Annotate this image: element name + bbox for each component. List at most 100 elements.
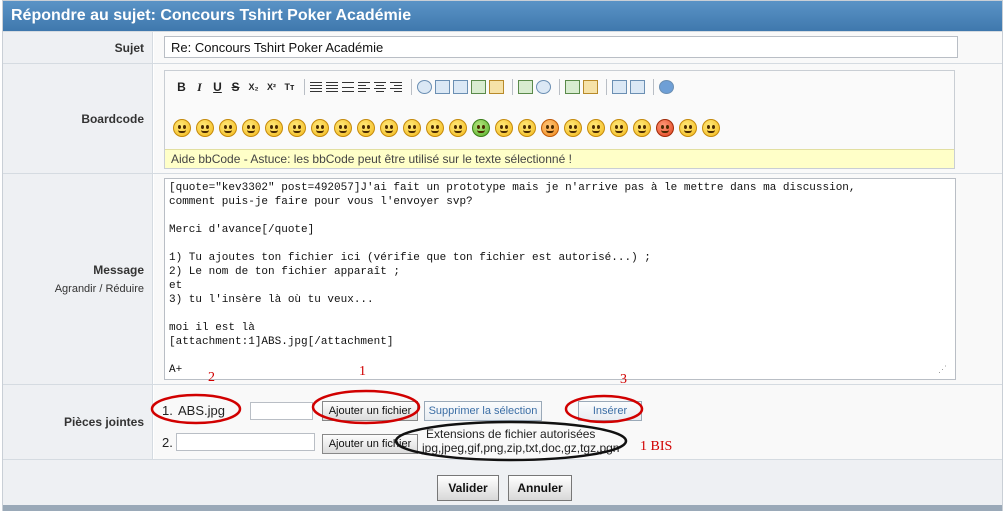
toolbar-separator xyxy=(559,79,560,95)
smiley-cry-icon[interactable] xyxy=(495,119,513,137)
page-title: Répondre au sujet: Concours Tshirt Poker… xyxy=(3,1,1002,31)
attachment-2-field[interactable] xyxy=(176,433,315,451)
annotation-label-1bis: 1 BIS xyxy=(640,439,673,454)
allowed-extensions-title: Extensions de fichier autorisées xyxy=(426,427,596,441)
picture-icon[interactable] xyxy=(583,80,598,94)
smiley-bar xyxy=(173,119,725,137)
smiley-glasses-icon[interactable] xyxy=(173,119,191,137)
add-file-button-2[interactable]: Ajouter un fichier xyxy=(322,434,418,454)
annotation-label-3: 3 xyxy=(620,372,627,387)
subject-cell xyxy=(154,32,1002,63)
attachment-1-field[interactable] xyxy=(250,402,313,420)
subject-input[interactable] xyxy=(164,36,958,58)
toolbar-separator xyxy=(304,79,305,95)
video-icon[interactable] xyxy=(565,80,580,94)
submit-button[interactable]: Valider xyxy=(437,475,499,501)
smiley-tongue-icon[interactable] xyxy=(311,119,329,137)
quote-icon[interactable] xyxy=(417,80,432,94)
toolbar-separator xyxy=(606,79,607,95)
reduce-link[interactable]: Réduire xyxy=(105,283,144,295)
toolbar-separator xyxy=(653,79,654,95)
toolbar-separator xyxy=(512,79,513,95)
message-textarea[interactable]: [quote="kev3302" post=492057]J'ai fait u… xyxy=(164,178,956,380)
align-right-icon[interactable] xyxy=(390,82,402,92)
cancel-button[interactable]: Annuler xyxy=(508,475,572,501)
bbcode-panel: B I U S X₂ X² Tт Aide bbCode - Astuce: l… xyxy=(164,70,955,169)
help-icon[interactable] xyxy=(659,80,674,94)
subject-label: Sujet xyxy=(3,32,153,63)
bullet-list-icon[interactable] xyxy=(310,82,322,92)
smiley-cool-icon[interactable] xyxy=(518,119,536,137)
attachment-1-number: 1. xyxy=(162,403,173,418)
smiley-worried-icon[interactable] xyxy=(633,119,651,137)
smiley-dizzy-icon[interactable] xyxy=(426,119,444,137)
attachments-cell: 1. ABS.jpg Ajouter un fichier Supprimer … xyxy=(154,385,1002,459)
superscript-button[interactable]: X² xyxy=(263,79,280,96)
add-file-button-1[interactable]: Ajouter un fichier xyxy=(322,401,418,421)
smiley-smile-icon[interactable] xyxy=(219,119,237,137)
typewriter-button[interactable]: Tт xyxy=(281,79,298,96)
message-row: Message Agrandir / Réduire [quote="kev33… xyxy=(3,173,1002,384)
smiley-wink-icon[interactable] xyxy=(288,119,306,137)
align-left-icon[interactable] xyxy=(358,82,370,92)
submit-row: Valider Annuler xyxy=(3,459,1002,505)
strike-button[interactable]: S xyxy=(227,79,244,96)
smiley-surprised-icon[interactable] xyxy=(357,119,375,137)
web-link-icon[interactable] xyxy=(536,80,551,94)
boardcode-cell: B I U S X₂ X² Tт Aide bbCode - Astuce: l… xyxy=(154,64,1002,173)
smiley-thinking-icon[interactable] xyxy=(679,119,697,137)
enlarge-link[interactable]: Agrandir / xyxy=(55,283,103,295)
smiley-dead-icon[interactable] xyxy=(702,119,720,137)
italic-button[interactable]: I xyxy=(191,79,208,96)
smiley-devil-icon[interactable] xyxy=(656,119,674,137)
spoiler-icon[interactable] xyxy=(471,80,486,94)
smiley-angry-icon[interactable] xyxy=(334,119,352,137)
image-icon[interactable] xyxy=(518,80,533,94)
link-icon[interactable] xyxy=(489,80,504,94)
annotation-label-2: 2 xyxy=(208,370,215,385)
attachments-label: Pièces jointes xyxy=(3,385,153,459)
insert-button[interactable]: Insérer xyxy=(578,401,642,421)
reply-form: Répondre au sujet: Concours Tshirt Poker… xyxy=(2,0,1003,511)
columns-icon[interactable] xyxy=(630,80,645,94)
subject-label-text: Sujet xyxy=(114,40,144,55)
message-label-text: Message xyxy=(93,263,144,277)
attachment-1-filename: ABS.jpg xyxy=(178,403,225,418)
subject-row: Sujet xyxy=(3,31,1002,63)
code-icon[interactable] xyxy=(435,80,450,94)
smiley-crazy-icon[interactable] xyxy=(587,119,605,137)
annotation-label-1: 1 xyxy=(359,364,366,379)
smiley-neutral-icon[interactable] xyxy=(610,119,628,137)
boardcode-label-text: Boardcode xyxy=(81,111,144,126)
resize-links: Agrandir / Réduire xyxy=(55,283,144,295)
numbered-list-icon[interactable] xyxy=(326,82,338,92)
list-item-icon[interactable] xyxy=(342,82,354,92)
bold-button[interactable]: B xyxy=(173,79,190,96)
toolbar-separator xyxy=(411,79,412,95)
horizontal-rule-icon[interactable] xyxy=(612,80,627,94)
boardcode-row: Boardcode B I U S X₂ X² Tт Aide bbCode -… xyxy=(3,63,1002,173)
attachment-2-number: 2. xyxy=(162,435,173,450)
attachments-row: Pièces jointes 1. ABS.jpg Ajouter un fic… xyxy=(3,384,1002,459)
table-icon[interactable] xyxy=(453,80,468,94)
smiley-sad-icon[interactable] xyxy=(196,119,214,137)
smiley-laugh-icon[interactable] xyxy=(449,119,467,137)
message-label: Message Agrandir / Réduire xyxy=(3,174,153,384)
smiley-confused-icon[interactable] xyxy=(403,119,421,137)
smiley-sick-icon[interactable] xyxy=(472,119,490,137)
bottom-border xyxy=(3,505,1002,511)
attachments-label-text: Pièces jointes xyxy=(63,415,144,429)
smiley-shocked-icon[interactable] xyxy=(380,119,398,137)
message-cell: [quote="kev3302" post=492057]J'ai fait u… xyxy=(154,174,1002,384)
allowed-extensions-list: jpg,jpeg,gif,png,zip,txt,doc,gz,tgz,pgn xyxy=(422,441,620,455)
align-center-icon[interactable] xyxy=(374,82,386,92)
subscript-button[interactable]: X₂ xyxy=(245,79,262,96)
delete-selection-button[interactable]: Supprimer la sélection xyxy=(424,401,542,421)
smiley-kiss-icon[interactable] xyxy=(564,119,582,137)
underline-button[interactable]: U xyxy=(209,79,226,96)
smiley-blush-icon[interactable] xyxy=(541,119,559,137)
bbcode-toolbar: B I U S X₂ X² Tт xyxy=(173,78,677,96)
smiley-happy-icon[interactable] xyxy=(265,119,283,137)
resize-grip-icon[interactable]: ⋰ xyxy=(938,364,947,375)
smiley-grin-icon[interactable] xyxy=(242,119,260,137)
